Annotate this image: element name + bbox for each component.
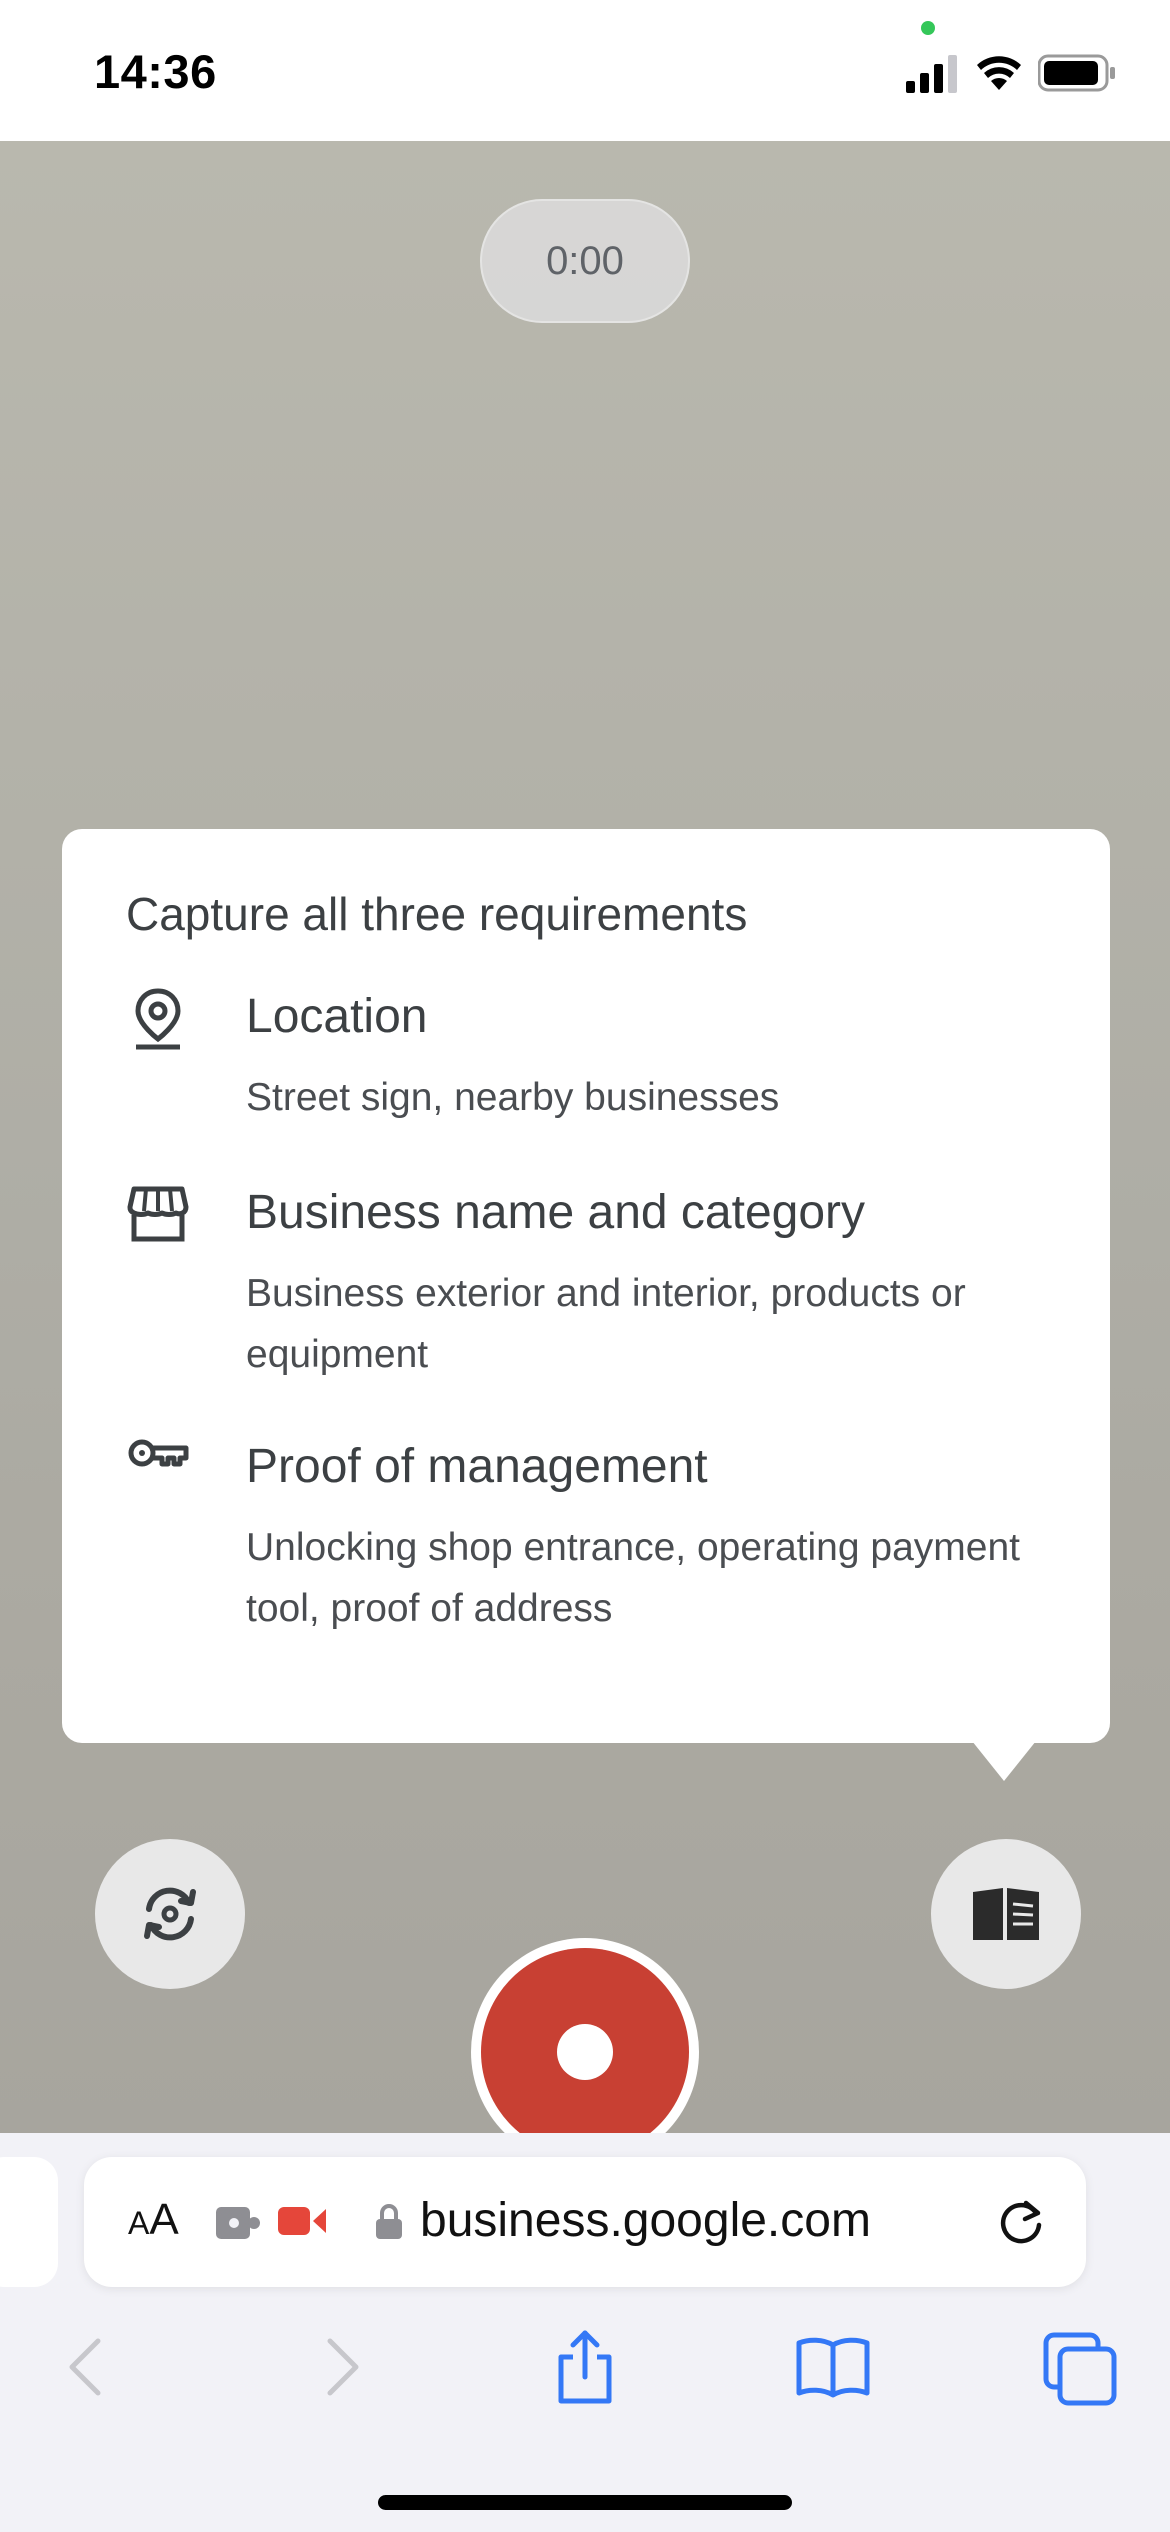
record-dot xyxy=(557,2024,613,2080)
text-size-button[interactable]: AA xyxy=(128,2195,179,2245)
privacy-indicator-dot xyxy=(921,21,935,35)
record-button-fill xyxy=(481,1948,689,2156)
requirement-description: Street sign, nearby businesses xyxy=(246,1076,780,1119)
card-title: Capture all three requirements xyxy=(126,888,748,940)
address-bar[interactable]: AA business.google.com xyxy=(84,2157,1086,2287)
flip-camera-button[interactable] xyxy=(95,1839,245,1989)
previous-tab-preview[interactable] xyxy=(0,2157,58,2287)
requirement-title: Location xyxy=(246,990,428,1043)
record-button[interactable] xyxy=(471,1938,699,2166)
guide-button[interactable] xyxy=(931,1839,1081,1989)
battery-icon xyxy=(1038,54,1115,92)
location-pin-icon xyxy=(135,988,181,1050)
requirements-card: Capture all three requirements Location … xyxy=(62,829,1110,1743)
requirement-title: Proof of management xyxy=(246,1440,708,1493)
extension-icon[interactable] xyxy=(214,2201,262,2243)
requirement-description: Unlocking shop entrance, operating payme… xyxy=(246,1526,1020,1630)
back-icon[interactable] xyxy=(48,2327,128,2407)
key-icon xyxy=(128,1439,189,1467)
bookmarks-icon[interactable] xyxy=(793,2327,873,2407)
guide-book-icon xyxy=(973,1888,1039,1940)
cellular-signal-icon xyxy=(906,55,957,93)
url-text: business.google.com xyxy=(420,2194,871,2247)
flip-camera-icon xyxy=(144,1887,196,1941)
status-time: 14:36 xyxy=(94,45,217,98)
camera-in-use-icon[interactable] xyxy=(278,2201,328,2241)
share-icon[interactable] xyxy=(545,2327,625,2407)
wifi-icon xyxy=(977,56,1021,90)
safari-toolbar: AA business.google.com xyxy=(0,2133,1170,2532)
requirement-description: Business exterior and interior, products… xyxy=(246,1272,966,1376)
reload-icon[interactable] xyxy=(994,2195,1048,2249)
storefront-icon xyxy=(127,1186,189,1242)
status-bar: 14:36 xyxy=(0,0,1170,141)
recording-timer: 0:00 xyxy=(480,199,690,323)
requirement-title: Business name and category xyxy=(246,1186,866,1239)
lock-icon xyxy=(376,2204,402,2239)
forward-icon[interactable] xyxy=(300,2327,380,2407)
tabs-icon[interactable] xyxy=(1040,2327,1120,2407)
home-indicator xyxy=(378,2495,792,2510)
card-pointer xyxy=(972,1741,1036,1781)
